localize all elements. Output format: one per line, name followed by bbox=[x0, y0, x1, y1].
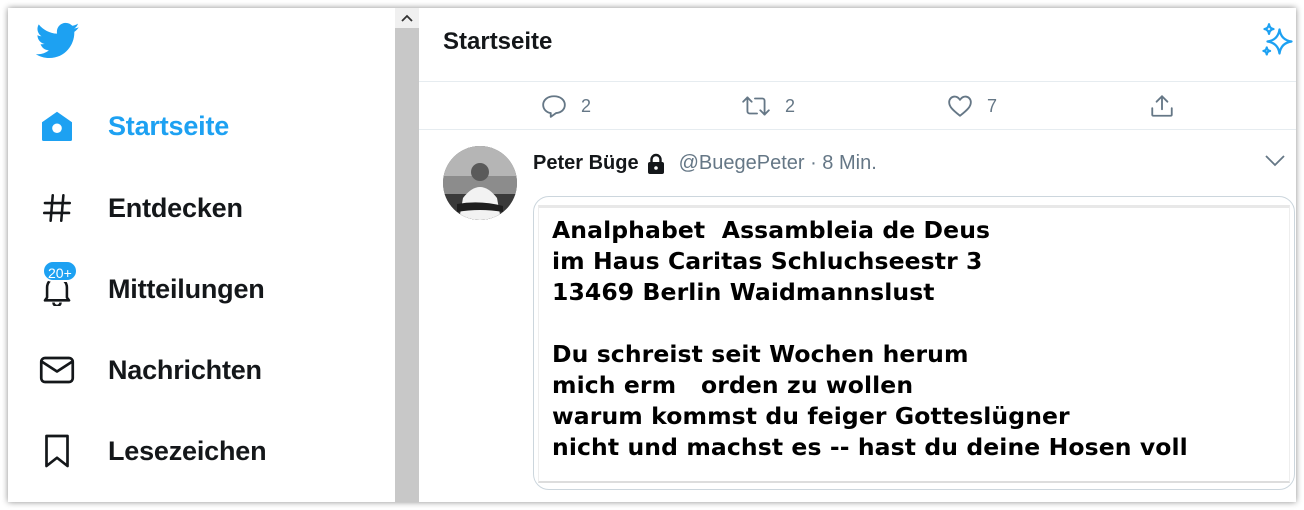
like-button[interactable]: 7 bbox=[947, 82, 997, 130]
sidebar-item-notifications[interactable]: 20+ Mitteilungen bbox=[36, 260, 265, 311]
share-button[interactable] bbox=[1149, 82, 1189, 130]
text-image: Analphabet Assambleia de Deus im Haus Ca… bbox=[538, 205, 1290, 483]
tweet-image[interactable]: Analphabet Assambleia de Deus im Haus Ca… bbox=[533, 196, 1295, 490]
image-text-line: mich erm orden zu wollen bbox=[552, 371, 914, 399]
sidebar-item-label: Entdecken bbox=[108, 192, 243, 223]
chevron-down-icon[interactable] bbox=[1264, 154, 1286, 173]
image-text-line: Analphabet Assambleia de Deus bbox=[552, 216, 991, 244]
reply-count: 2 bbox=[581, 95, 592, 116]
retweet-button[interactable]: 2 bbox=[741, 82, 795, 130]
image-text-line: warum kommst du feiger Gotteslügner bbox=[552, 402, 1070, 430]
home-icon bbox=[36, 105, 78, 147]
bell-icon: 20+ bbox=[36, 260, 78, 310]
previous-tweet-actions: 2 2 7 bbox=[419, 82, 1296, 130]
share-icon bbox=[1151, 95, 1173, 117]
bookmark-icon bbox=[36, 430, 78, 472]
main-timeline: Startseite 2 2 7 Peter Büge @BuegePeter … bbox=[419, 8, 1296, 502]
author-name[interactable]: Peter Büge bbox=[533, 152, 639, 175]
app-window: Startseite Entdecken 20+ Mitteilungen Na… bbox=[8, 8, 1296, 502]
like-count: 7 bbox=[987, 95, 998, 116]
twitter-logo-icon[interactable] bbox=[35, 22, 80, 62]
timeline-header: Startseite bbox=[419, 8, 1296, 82]
retweet-count: 2 bbox=[785, 95, 796, 116]
notification-badge: 20+ bbox=[42, 260, 78, 282]
sidebar: Startseite Entdecken 20+ Mitteilungen Na… bbox=[8, 8, 395, 502]
image-text-line: 13469 Berlin Waidmannslust bbox=[552, 278, 935, 306]
avatar[interactable] bbox=[443, 146, 517, 220]
tweet-header: Peter Büge @BuegePeter · 8 Min. bbox=[533, 152, 877, 175]
sidebar-item-explore[interactable]: Entdecken bbox=[36, 186, 243, 230]
retweet-icon bbox=[742, 96, 770, 116]
sidebar-item-label: Lesezeichen bbox=[108, 435, 267, 466]
sidebar-item-label: Nachrichten bbox=[108, 354, 262, 385]
image-text-line: Du schreist seit Wochen herum bbox=[552, 340, 969, 368]
tweet[interactable]: Peter Büge @BuegePeter · 8 Min. Analphab… bbox=[419, 130, 1296, 502]
sidebar-item-label: Startseite bbox=[108, 110, 230, 141]
envelope-icon bbox=[36, 349, 78, 391]
author-handle[interactable]: @BuegePeter · 8 Min. bbox=[679, 152, 877, 175]
lock-icon bbox=[647, 153, 664, 174]
image-text-line: im Haus Caritas Schluchseestr 3 bbox=[552, 247, 983, 275]
sidebar-item-label: Mitteilungen bbox=[108, 273, 265, 304]
scroll-up-arrow-icon[interactable] bbox=[395, 8, 419, 28]
page-title: Startseite bbox=[443, 28, 553, 55]
scrollbar-thumb[interactable] bbox=[395, 28, 419, 502]
sidebar-scrollbar[interactable] bbox=[395, 8, 419, 502]
sidebar-item-home[interactable]: Startseite bbox=[36, 104, 229, 148]
sidebar-item-messages[interactable]: Nachrichten bbox=[36, 348, 262, 392]
image-text-line: nicht und machst es -- hast du deine Hos… bbox=[552, 433, 1188, 461]
hashtag-icon bbox=[36, 187, 78, 229]
sparkle-icon[interactable] bbox=[1260, 22, 1296, 58]
heart-icon bbox=[948, 95, 972, 117]
reply-button[interactable]: 2 bbox=[541, 82, 591, 130]
reply-icon bbox=[542, 95, 566, 118]
sidebar-item-bookmarks[interactable]: Lesezeichen bbox=[36, 429, 267, 473]
